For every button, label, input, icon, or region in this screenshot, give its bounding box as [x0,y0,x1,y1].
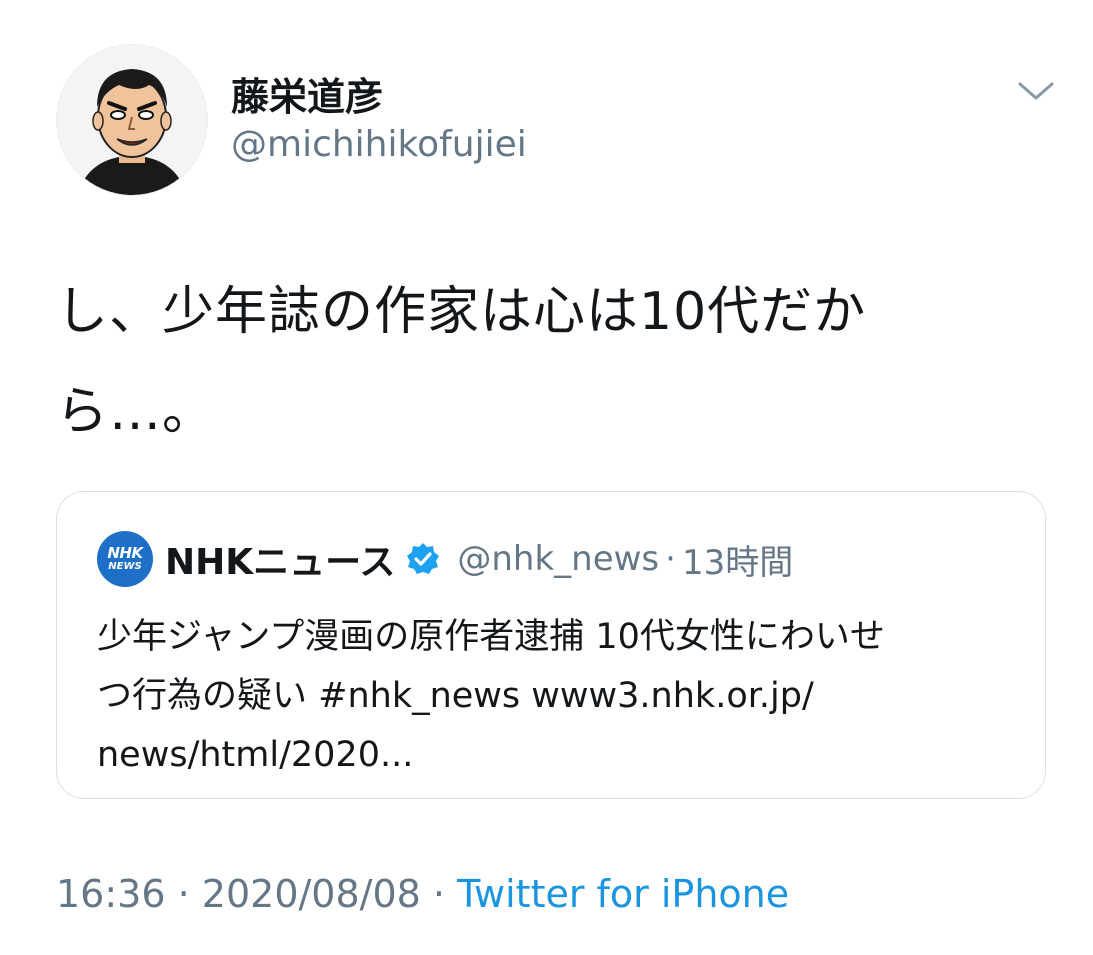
tweet-text: し、少年誌の作家は心は10代だか ら…。 [56,262,1016,462]
tweet-metadata: 16:36 · 2020/08/08 · Twitter for iPhone [56,872,789,916]
author-avatar[interactable] [56,44,208,196]
quoted-tweet-card[interactable]: NHK NEWS NHKニュース @nhk_news · 13時間 少年ジャンプ… [56,491,1046,799]
nhk-logo-text: NHK [107,543,143,562]
nhk-news-logo: NHK NEWS [97,531,153,587]
quoted-text-line: 少年ジャンプ漫画の原作者逮捕 10代女性にわいせ [97,617,885,657]
meta-separator: · [177,872,190,916]
tweet-text-line: し、少年誌の作家は心は10代だか [56,282,867,342]
tweet-date: 2020/08/08 [201,872,421,916]
quoted-separator: · [665,539,676,579]
quoted-author-name: NHKニュース [165,542,396,583]
quoted-author-handle: @nhk_news [457,539,660,579]
author-handle[interactable]: @michihikofujiei [231,124,527,165]
quoted-timestamp: 13時間 [681,542,794,583]
author-display-name[interactable]: 藤栄道彦 [231,66,383,121]
quoted-tweet-text: 少年ジャンプ漫画の原作者逮捕 10代女性にわいせ つ行為の疑い #nhk_new… [97,608,1017,785]
tweet-text-line: ら…。 [56,382,216,442]
meta-separator: · [432,872,446,916]
quoted-text-line: つ行為の疑い #nhk_news www3.nhk.or.jp/ [97,676,814,716]
quoted-tweet-header: NHK NEWS NHKニュース @nhk_news · 13時間 [97,531,794,587]
tweet-source-link[interactable]: Twitter for iPhone [457,872,789,916]
chevron-down-icon[interactable] [1014,76,1058,106]
nhk-logo-subtext: NEWS [108,560,142,572]
quoted-text-line: news/html/2020... [97,735,414,775]
verified-badge-icon [407,543,440,574]
tweet-detail: 藤栄道彦 @michihikofujiei し、少年誌の作家は心は10代だか ら… [0,0,1093,955]
tweet-time: 16:36 [56,872,166,916]
manga-portrait-avatar-icon [57,45,207,195]
